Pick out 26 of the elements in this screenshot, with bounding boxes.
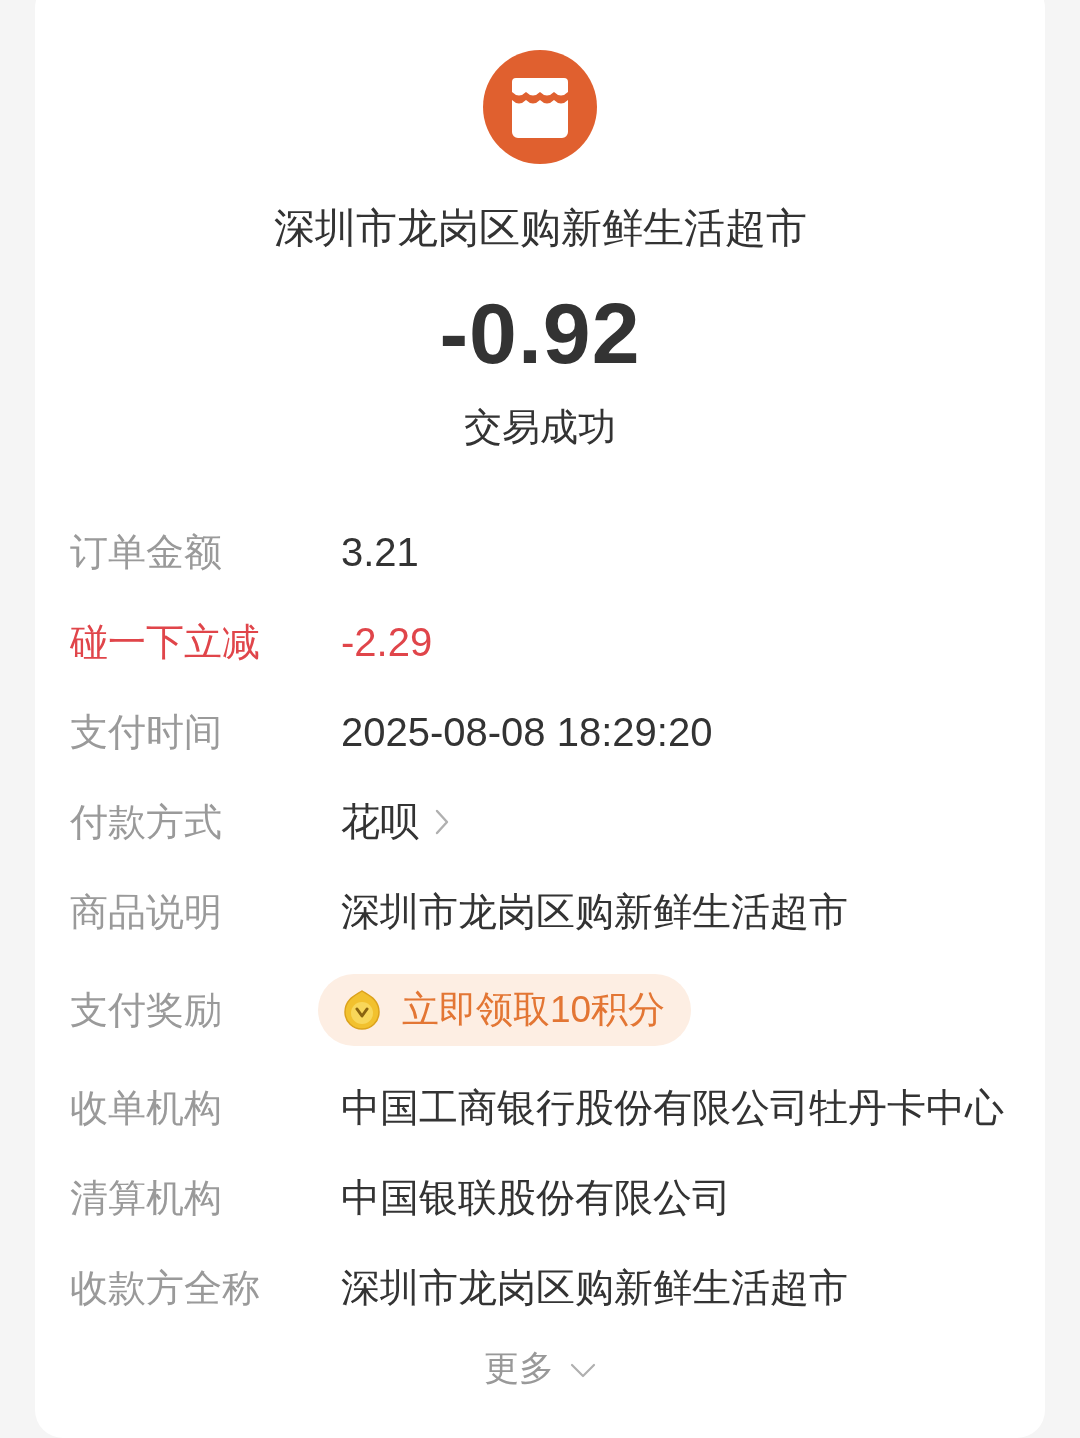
detail-value: 中国银联股份有限公司 [341, 1175, 731, 1221]
detail-value: 2025-08-08 18:29:20 [341, 709, 713, 756]
detail-label: 支付时间 [70, 710, 222, 755]
detail-label: 订单金额 [70, 530, 222, 575]
reward-button[interactable]: 立即领取10积分 [318, 974, 692, 1046]
discount-value: -2.29 [341, 619, 433, 666]
more-button[interactable]: 更多 [484, 1343, 596, 1393]
detail-value: 深圳市龙岗区购新鲜生活超市 [341, 1265, 848, 1311]
detail-label: 商品说明 [70, 890, 222, 935]
detail-label: 收单机构 [70, 1086, 222, 1131]
merchant-name: 深圳市龙岗区购新鲜生活超市 [273, 204, 807, 253]
detail-value: 3.21 [341, 529, 419, 576]
shop-icon [483, 50, 597, 164]
detail-label: 清算机构 [70, 1176, 222, 1221]
transaction-status: 交易成功 [464, 405, 616, 450]
chevron-down-icon [570, 1362, 596, 1378]
detail-label: 支付奖励 [70, 988, 222, 1033]
coin-icon [342, 990, 382, 1030]
payment-method-link[interactable]: 花呗 [341, 798, 449, 846]
transaction-amount: -0.92 [439, 284, 641, 383]
detail-label: 付款方式 [70, 800, 222, 845]
detail-value: 中国工商银行股份有限公司牡丹卡中心 [341, 1085, 1004, 1131]
detail-value: 深圳市龙岗区购新鲜生活超市 [341, 889, 848, 935]
chevron-right-icon [435, 809, 449, 835]
discount-label: 碰一下立减 [70, 620, 260, 665]
detail-label: 收款方全称 [70, 1266, 260, 1311]
